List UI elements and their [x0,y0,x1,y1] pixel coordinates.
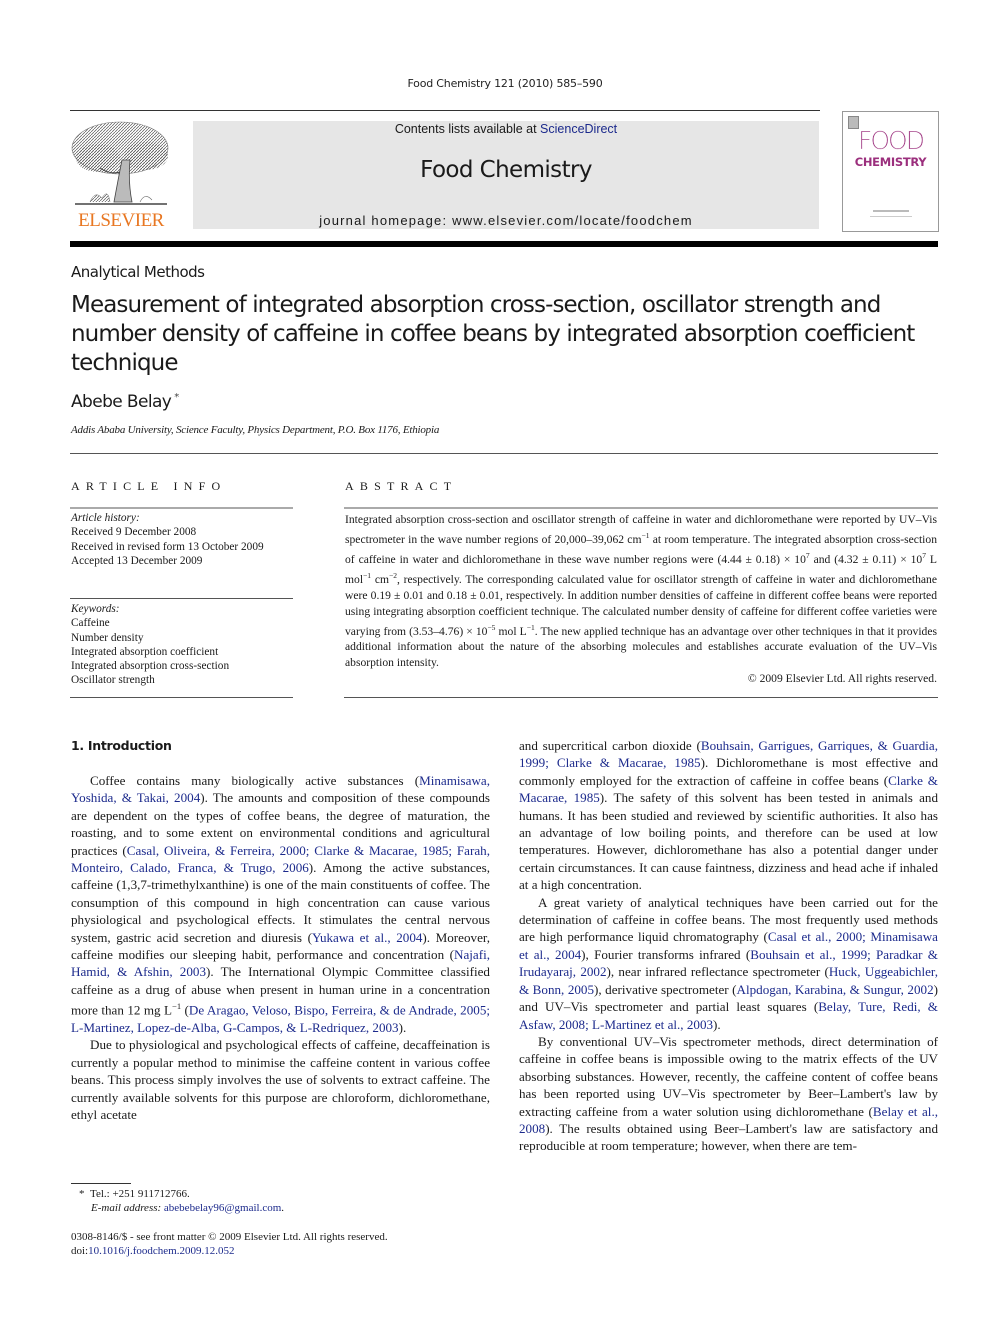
keywords: Keywords: Caffeine Number density Integr… [71,602,229,688]
history-accepted: Accepted 13 December 2009 [71,554,203,567]
keyword: Oscillator strength [71,674,155,687]
article-history-label: Article history: [71,512,140,524]
article-info-divider [70,598,293,599]
front-matter-rule [70,453,938,454]
journal-citation: Food Chemistry 121 (2010) 585–590 [407,77,603,90]
elsevier-wordmark: ELSEVIER [78,210,164,231]
author-name[interactable]: Abebe Belay [71,392,172,412]
author-line: Abebe Belay * [71,392,179,412]
cover-title-food: FOOD [858,126,925,155]
body-column-left: Coffee contains many biologically active… [71,772,490,1123]
text-run: ), Fourier transforms infrared ( [581,946,751,962]
keyword: Number density [71,631,144,644]
body-column-right: and supercritical carbon dioxide (Bouhsa… [519,737,938,1155]
citation-link[interactable]: Yukawa et al., 2004 [312,930,422,945]
article-title: Measurement of integrated absorption cro… [71,292,915,376]
contents-available: Contents lists available at ScienceDirec… [193,121,819,136]
text-run: ), near infrared reflectance spectromete… [606,964,829,980]
history-received: Received 9 December 2008 [71,526,197,539]
doi-label: doi: [71,1245,89,1257]
history-revised: Received in revised form 13 October 2009 [71,540,264,553]
article-section: Analytical Methods [71,263,205,281]
footnote-rule [71,1183,131,1184]
text-run: ). [398,1020,407,1036]
sciencedirect-link[interactable]: ScienceDirect [540,122,617,136]
abstract-bottom-rule [344,697,938,698]
email-label: E-mail address: [91,1202,164,1214]
citation-link[interactable]: Alpdogan, Karabina, & Sungur, 2002 [737,982,934,997]
text-run: ). The safety of this solvent has been t… [519,790,938,893]
paragraph: A great variety of analytical techniques… [519,894,938,1033]
author-telephone: Tel.: +251 911712766. [90,1188,190,1200]
paragraph: Coffee contains many biologically active… [71,772,490,1036]
article-info-heading: ARTICLE INFO [71,479,227,493]
journal-homepage-link[interactable]: journal homepage: www.elsevier.com/locat… [193,213,819,228]
text-run: ). [713,1016,721,1032]
author-email-link[interactable]: abebebelay96@gmail.com [164,1202,281,1214]
abstract-rule [344,507,938,509]
section-heading-introduction: 1. Introduction [71,738,172,753]
corresponding-author-marker[interactable]: * [174,392,179,403]
article-info-rule [70,507,293,509]
header-thick-rule [70,241,938,247]
text-run: and supercritical carbon dioxide ( [519,738,701,753]
keywords-label: Keywords: [71,603,120,615]
cover-title-chemistry: CHEMISTRY [854,155,927,169]
author-affiliation: Addis Ababa University, Science Faculty,… [71,424,440,436]
text-run: ), derivative spectrometer ( [594,981,737,997]
text-run: Due to physiological and psychological e… [71,1037,490,1123]
publication-footer: 0308-8146/$ - see front matter © 2009 El… [71,1230,388,1258]
article-info-bottom-rule [70,697,293,698]
keyword: Integrated absorption cross-section [71,660,230,673]
journal-title: Food Chemistry [420,157,592,183]
footnote-marker: * [79,1188,85,1200]
issn-line: 0308-8146/$ - see front matter © 2009 El… [71,1231,388,1243]
contents-prefix: Contents lists available at [394,122,541,136]
tree-icon [71,121,169,205]
text-run: Coffee contains many biologically active… [90,773,420,788]
author-footnote: * Tel.: +251 911712766. E-mail address: … [79,1188,285,1214]
journal-cover-thumbnail[interactable]: FOOD CHEMISTRY [842,111,939,232]
elsevier-logo[interactable]: ELSEVIER [70,120,172,232]
abstract-text: Integrated absorption cross-section and … [345,513,938,670]
journal-banner: Contents lists available at ScienceDirec… [193,121,819,229]
paragraph: Due to physiological and psychological e… [71,1036,490,1123]
header-top-rule [70,110,820,111]
cover-publisher-mark [873,210,909,212]
cover-url-line [870,216,912,217]
doi-link[interactable]: 10.1016/j.foodchem.2009.12.052 [88,1245,234,1257]
text-run: ( [181,1002,189,1018]
paragraph: and supercritical carbon dioxide (Bouhsa… [519,737,938,894]
keyword: Integrated absorption coefficient [71,645,219,658]
text-run: ). The results obtained using Beer–Lambe… [519,1120,938,1154]
superscript: −1 [172,1001,182,1012]
abstract-heading: ABSTRACT [345,479,458,493]
article-history: Article history: Received 9 December 200… [71,511,264,568]
paragraph: By conventional UV–Vis spectrometer meth… [519,1033,938,1155]
keyword: Caffeine [71,617,110,630]
abstract-copyright: © 2009 Elsevier Ltd. All rights reserved… [747,672,937,685]
